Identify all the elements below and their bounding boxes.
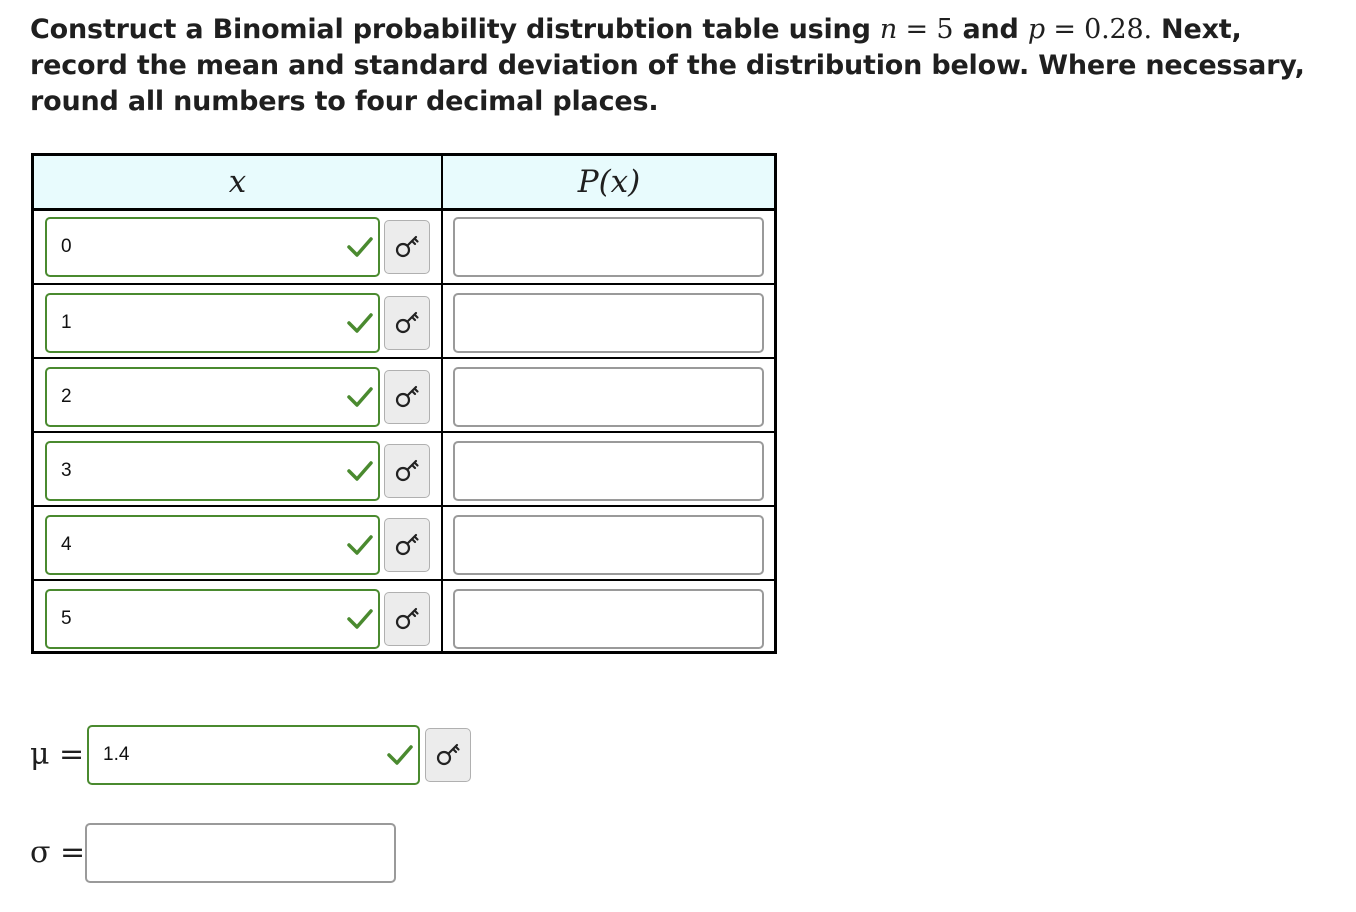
px-input[interactable] xyxy=(453,589,764,649)
table-row: 1 xyxy=(34,283,774,359)
x-key-button[interactable] xyxy=(384,518,430,572)
check-icon xyxy=(347,609,373,629)
x-value: 5 xyxy=(61,608,72,629)
x-input[interactable]: 5 xyxy=(45,589,380,649)
mean-value: 1.4 xyxy=(103,744,130,765)
mean-key-button[interactable] xyxy=(425,728,471,782)
px-input[interactable] xyxy=(453,217,764,277)
check-icon xyxy=(347,237,373,257)
table-row: 2 xyxy=(34,357,774,433)
question-and: and xyxy=(953,14,1028,45)
key-icon xyxy=(395,533,419,556)
key-icon xyxy=(395,459,419,482)
question-part1: Construct a Binomial probability distrub… xyxy=(30,14,880,45)
check-icon xyxy=(347,461,373,481)
mean-input[interactable]: 1.4 xyxy=(87,725,420,785)
header-px: P(x) xyxy=(577,164,641,200)
x-key-button[interactable] xyxy=(384,592,430,646)
px-input[interactable] xyxy=(453,293,764,353)
x-input[interactable]: 2 xyxy=(45,367,380,427)
x-input[interactable]: 0 xyxy=(45,217,380,277)
check-icon xyxy=(387,745,413,765)
x-key-button[interactable] xyxy=(384,220,430,274)
key-icon xyxy=(436,743,460,766)
table-row: 5 xyxy=(34,579,774,655)
x-input[interactable]: 1 xyxy=(45,293,380,353)
x-key-button[interactable] xyxy=(384,296,430,350)
std-label: σ = xyxy=(30,835,86,870)
table-row: 4 xyxy=(34,505,774,581)
x-value: 3 xyxy=(61,460,72,481)
key-icon xyxy=(395,235,419,258)
check-icon xyxy=(347,387,373,407)
header-x: x xyxy=(228,164,247,200)
px-input[interactable] xyxy=(453,441,764,501)
px-input[interactable] xyxy=(453,515,764,575)
x-input[interactable]: 3 xyxy=(45,441,380,501)
math-n: n = 5 xyxy=(879,14,954,45)
x-key-button[interactable] xyxy=(384,444,430,498)
distribution-table: x P(x) 0 1 2 3 4 5 xyxy=(31,153,777,654)
key-icon xyxy=(395,311,419,334)
question-text: Construct a Binomial probability distrub… xyxy=(30,12,1330,120)
math-p: p = 0.28. xyxy=(1027,14,1152,45)
x-value: 1 xyxy=(61,312,72,333)
table-row: 0 xyxy=(34,211,774,285)
x-value: 4 xyxy=(61,534,72,555)
x-value: 2 xyxy=(61,386,72,407)
x-key-button[interactable] xyxy=(384,370,430,424)
key-icon xyxy=(395,385,419,408)
std-input[interactable] xyxy=(85,823,396,883)
px-input[interactable] xyxy=(453,367,764,427)
key-icon xyxy=(395,607,419,630)
table-header: x P(x) xyxy=(34,156,774,211)
check-icon xyxy=(347,535,373,555)
table-row: 3 xyxy=(34,431,774,507)
check-icon xyxy=(347,313,373,333)
x-value: 0 xyxy=(61,236,72,257)
mean-label: μ = xyxy=(30,737,85,772)
x-input[interactable]: 4 xyxy=(45,515,380,575)
